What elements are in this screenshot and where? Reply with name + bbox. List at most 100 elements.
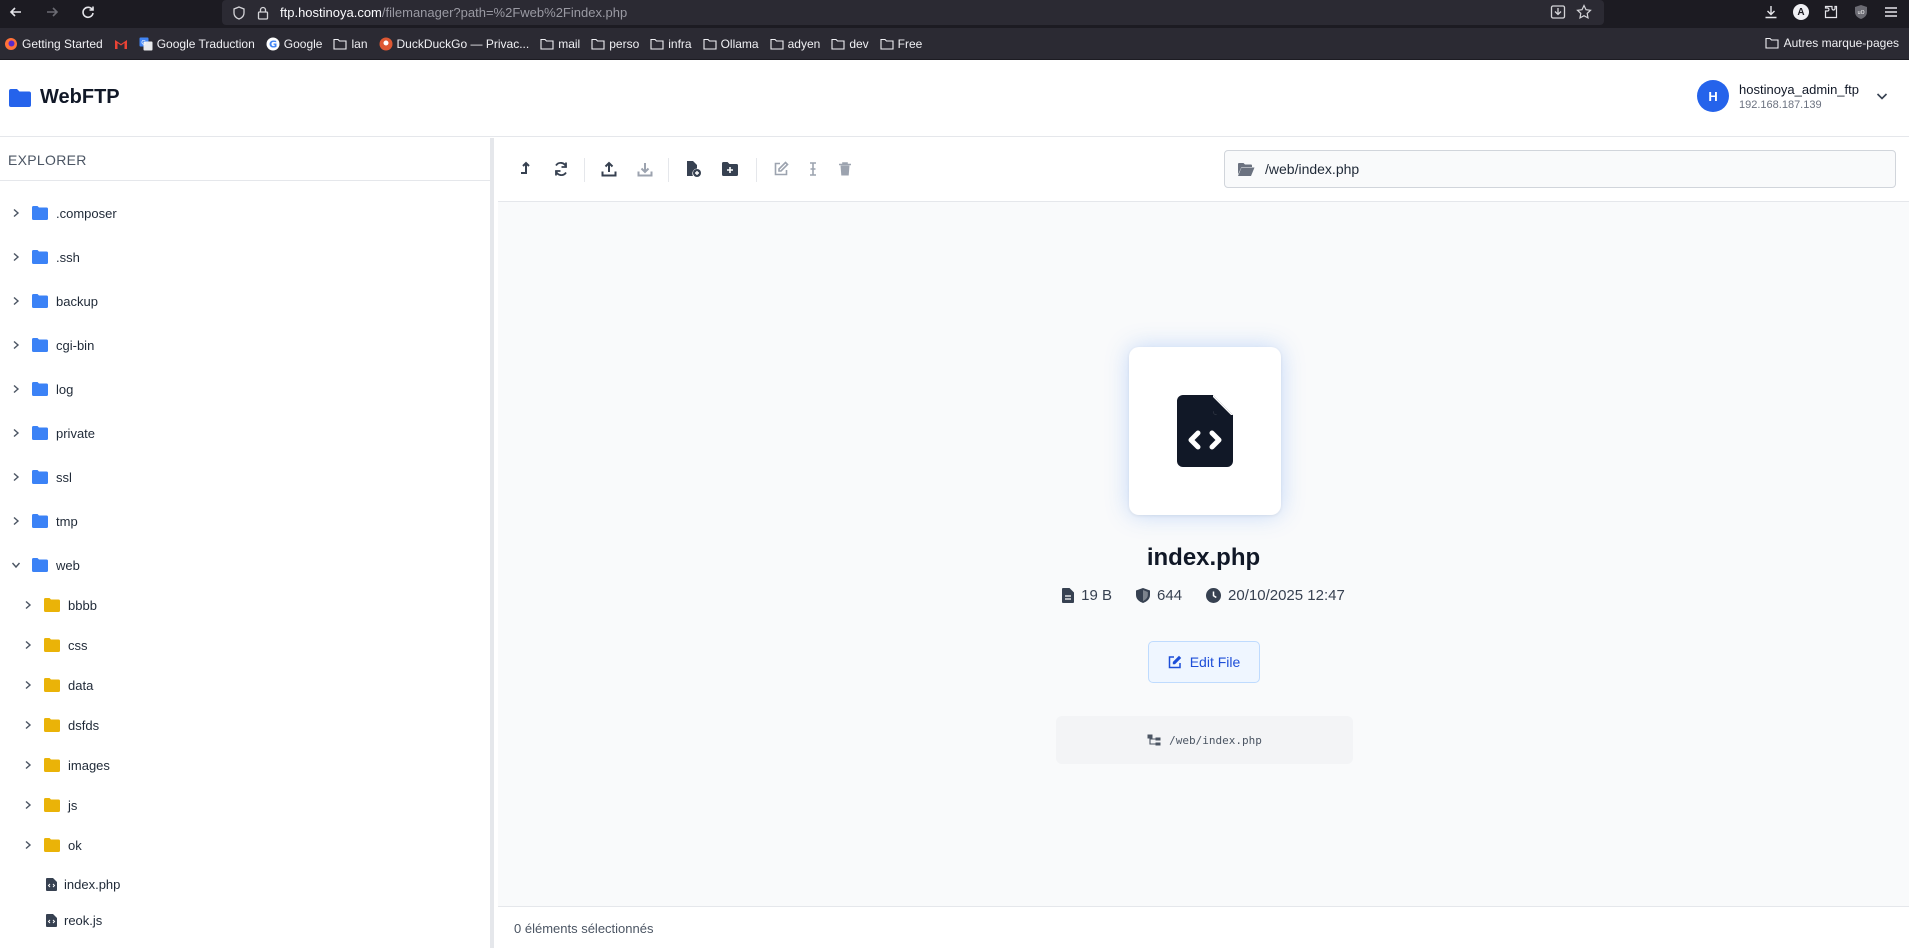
chevron-right-icon[interactable] (20, 640, 36, 650)
upload-icon (601, 161, 617, 177)
menu-icon[interactable] (1883, 4, 1899, 20)
folder-icon (44, 838, 60, 852)
chevron-right-icon[interactable] (8, 428, 24, 438)
bookmark-folder-perso[interactable]: perso (591, 37, 639, 51)
bookmark-folder-adyen[interactable]: adyen (770, 37, 820, 51)
chevron-right-icon[interactable] (8, 384, 24, 394)
tree-folder-composer[interactable]: .composer (8, 202, 117, 224)
refresh-icon (555, 162, 567, 176)
shield-icon[interactable] (232, 5, 246, 20)
text-cursor-button[interactable] (802, 158, 824, 180)
tree-item-label: js (68, 797, 78, 813)
tree-folder-js[interactable]: js (20, 794, 77, 816)
url-bar[interactable]: ftp.hostinoya.com/filemanager?path=%2Fwe… (222, 0, 1604, 25)
chevron-right-icon[interactable] (20, 600, 36, 610)
parent-folder-button[interactable] (514, 158, 536, 180)
ublock-icon[interactable]: uO (1853, 4, 1869, 20)
chevron-right-icon[interactable] (8, 296, 24, 306)
file-code-icon (46, 877, 57, 891)
chevron-right-icon[interactable] (8, 208, 24, 218)
tree-folder-ssh[interactable]: .ssh (8, 246, 80, 268)
refresh-button[interactable] (550, 158, 572, 180)
path-text: /web/index.php (1265, 161, 1360, 177)
save-page-icon[interactable] (1550, 4, 1566, 20)
chevron-right-icon[interactable] (20, 720, 36, 730)
folder-icon (32, 470, 48, 484)
bookmark-duckduckgo[interactable]: DuckDuckGo — Privac... (379, 37, 529, 51)
new-file-button[interactable] (682, 158, 704, 180)
tree-folder-dsfds[interactable]: dsfds (20, 714, 99, 736)
reload-button[interactable] (74, 0, 102, 24)
extensions-icon[interactable] (1823, 4, 1839, 20)
main-panel: /web/index.php index.php 19 B 644 20/10/… (498, 138, 1909, 948)
tree-item-label: log (56, 381, 74, 397)
file-meta: 19 B 644 20/10/2025 12:47 (498, 587, 1909, 604)
tree-item-label: reok.js (64, 912, 103, 928)
chevron-right-icon[interactable] (8, 252, 24, 262)
bookmark-folder-dev[interactable]: dev (831, 37, 869, 51)
tree-folder-ssl[interactable]: ssl (8, 466, 72, 488)
avatar: H (1697, 80, 1730, 112)
folder-icon (32, 558, 48, 572)
tree-folder-css[interactable]: css (20, 634, 88, 656)
folder-icon (44, 678, 60, 692)
tree-folder-backup[interactable]: backup (8, 290, 98, 312)
path-input[interactable]: /web/index.php (1224, 150, 1896, 188)
bookmark-google-traduction[interactable]: G Google Traduction (139, 37, 255, 51)
app-logo[interactable]: WebFTP (8, 86, 120, 109)
tree-folder-log[interactable]: log (8, 378, 73, 400)
tree-file-index-php[interactable]: index.php (46, 873, 120, 895)
chevron-down-icon[interactable] (1875, 89, 1889, 103)
chevron-right-icon[interactable] (8, 516, 24, 526)
forward-button[interactable] (38, 0, 66, 24)
bookmark-folder-infra[interactable]: infra (650, 37, 692, 51)
toolbar-divider (668, 158, 669, 182)
tree-folder-tmp[interactable]: tmp (8, 510, 78, 532)
folder-icon (540, 37, 554, 51)
chevron-right-icon[interactable] (20, 760, 36, 770)
edit-file-button[interactable]: Edit File (1148, 641, 1260, 683)
bookmark-folder-mail[interactable]: mail (540, 37, 580, 51)
folder-icon (831, 37, 845, 51)
chevron-right-icon[interactable] (20, 840, 36, 850)
chevron-right-icon[interactable] (8, 472, 24, 482)
folder-icon (44, 758, 60, 772)
chevron-right-icon[interactable] (20, 800, 36, 810)
account-icon[interactable]: A (1793, 4, 1809, 20)
tree-file-reok-js[interactable]: reok.js (46, 909, 102, 931)
chevron-down-icon[interactable] (8, 560, 24, 570)
tree-folder-ok[interactable]: ok (20, 834, 82, 856)
tree-folder-bbbb[interactable]: bbbb (20, 594, 97, 616)
delete-button[interactable] (834, 158, 856, 180)
chevron-right-icon[interactable] (8, 340, 24, 350)
new-folder-button[interactable] (719, 158, 741, 180)
back-button[interactable] (2, 0, 30, 24)
tree-folder-data[interactable]: data (20, 674, 93, 696)
rename-button[interactable] (770, 158, 792, 180)
downloads-icon[interactable] (1763, 4, 1779, 20)
tree-folder-private[interactable]: private (8, 422, 95, 444)
tree-folder-images[interactable]: images (20, 754, 110, 776)
folder-icon (32, 426, 48, 440)
other-bookmarks[interactable]: Autres marque-pages (1765, 36, 1899, 50)
bookmark-folder-free[interactable]: Free (880, 37, 922, 51)
tree-folder-web[interactable]: web (8, 554, 80, 576)
download-button[interactable] (634, 158, 656, 180)
tree-item-label: .ssh (56, 249, 80, 265)
tree-item-label: ssl (56, 469, 72, 485)
bookmark-star-icon[interactable] (1576, 4, 1592, 20)
bookmark-folder-lan[interactable]: lan (333, 37, 368, 51)
bookmark-gmail[interactable] (114, 37, 128, 51)
bookmark-getting-started[interactable]: Getting Started (4, 37, 103, 51)
user-ip: 192.168.187.139 (1739, 98, 1822, 111)
upload-button[interactable] (598, 158, 620, 180)
file-modified: 20/10/2025 12:47 (1206, 587, 1345, 604)
user-menu[interactable]: H hostinoya_admin_ftp 192.168.187.139 (1697, 80, 1889, 112)
folder-icon (703, 37, 717, 51)
chevron-right-icon[interactable] (20, 680, 36, 690)
bookmark-folder-ollama[interactable]: Ollama (703, 37, 759, 51)
folder-icon (44, 718, 60, 732)
lock-icon[interactable] (256, 6, 270, 20)
tree-folder-cgi-bin[interactable]: cgi-bin (8, 334, 94, 356)
bookmark-google[interactable]: G Google (266, 37, 322, 51)
